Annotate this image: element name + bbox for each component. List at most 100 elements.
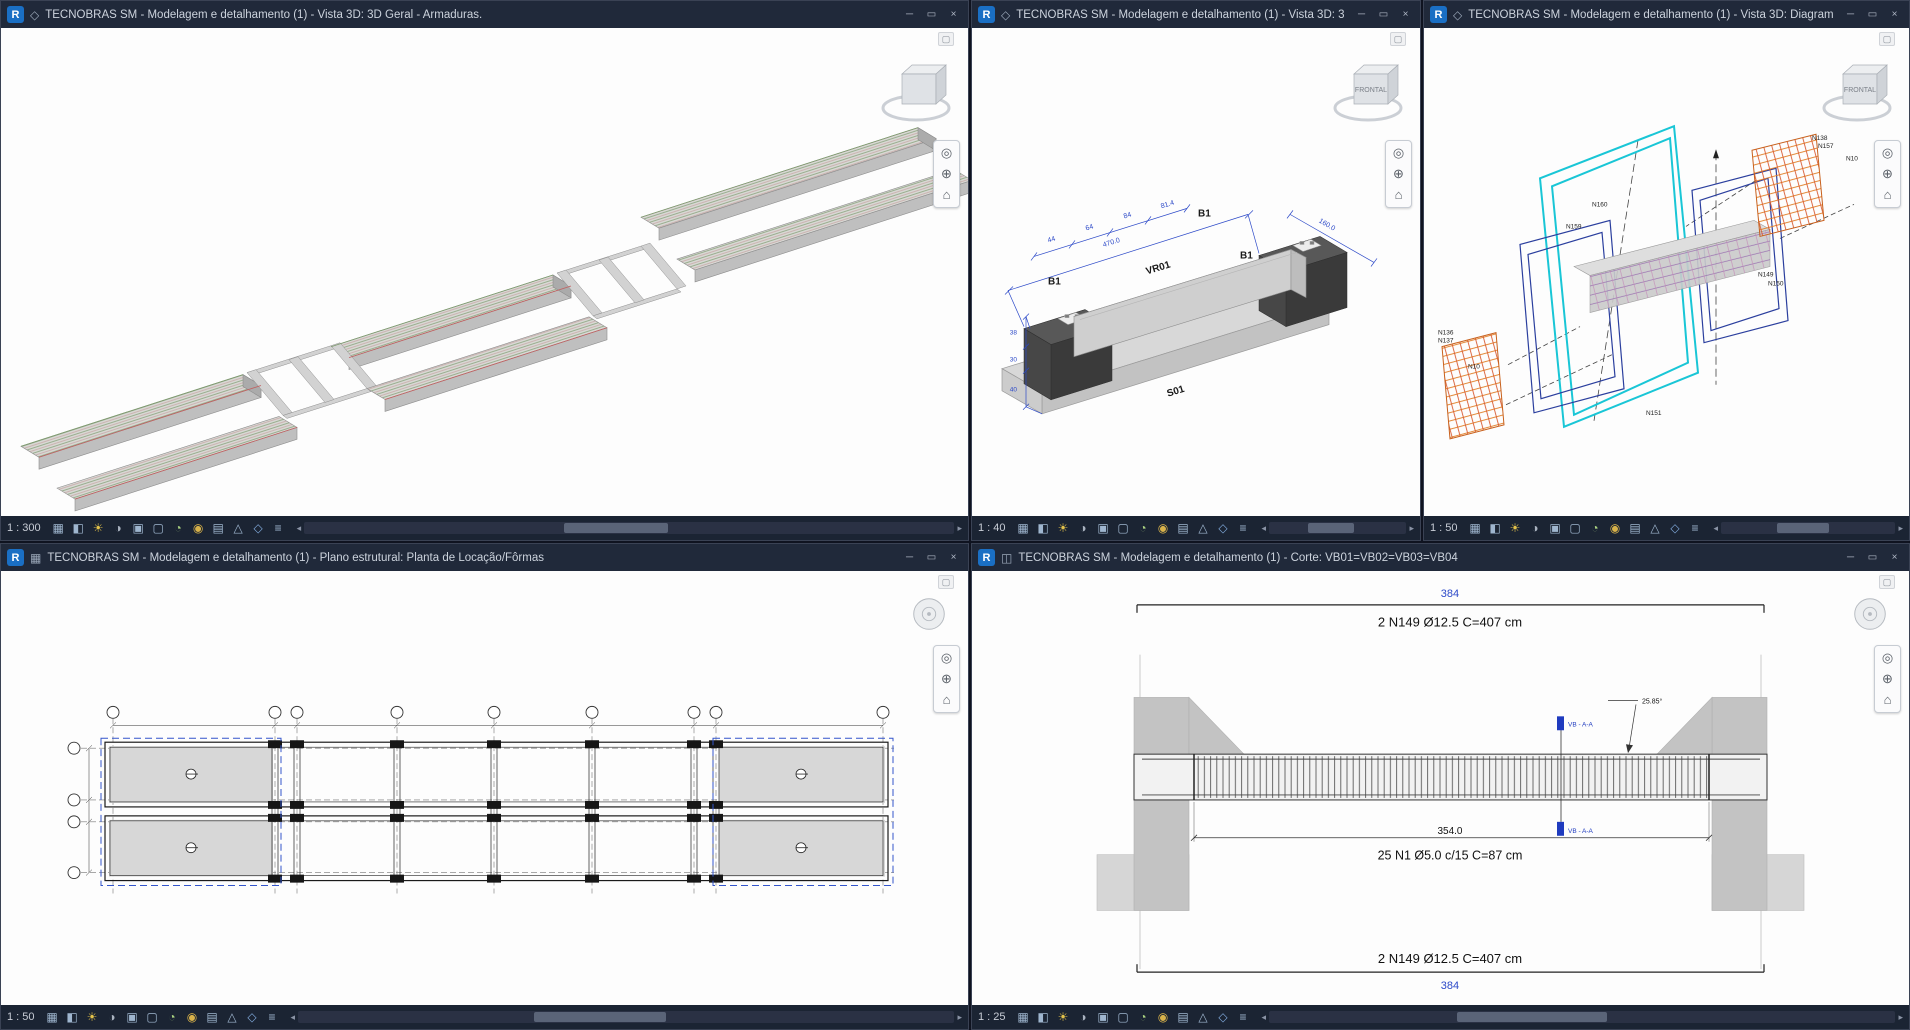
horizontal-scrollbar[interactable]	[304, 522, 954, 534]
scrollbar-thumb[interactable]	[1777, 523, 1829, 533]
detail-level-icon[interactable]: ▦	[49, 519, 68, 537]
close-button[interactable]: ×	[1884, 5, 1905, 24]
horizontal-scrollbar[interactable]	[298, 1011, 954, 1023]
scale-button[interactable]: 1 : 25	[978, 1011, 1006, 1023]
zoom-icon[interactable]: ⊕	[1877, 164, 1899, 184]
navigation-wheel-icon[interactable]: ◎	[936, 648, 958, 668]
reveal-hidden-elements-icon[interactable]: ◉	[189, 519, 208, 537]
scroll-left-button[interactable]: ◂	[1262, 1012, 1267, 1023]
temporary-hide-isolate-icon[interactable]: ◔	[1586, 519, 1605, 537]
shadows-icon[interactable]: ◑	[109, 519, 128, 537]
analytical-model-icon[interactable]: △	[1194, 519, 1213, 537]
analytical-model-icon[interactable]: △	[223, 1008, 242, 1026]
beam-with-mesh[interactable]	[1574, 220, 1770, 312]
navigation-wheel-icon[interactable]: ◎	[1877, 648, 1899, 668]
titlebar[interactable]: R ◇ TECNOBRAS SM - Modelagem e detalhame…	[1, 1, 968, 28]
scale-button[interactable]: 1 : 50	[7, 1011, 35, 1023]
restore-view-button[interactable]: ▢	[1879, 32, 1895, 46]
restore-button[interactable]: ▭	[1373, 5, 1394, 24]
crop-view-icon[interactable]: ▣	[129, 519, 148, 537]
temporary-view-properties-icon[interactable]: ▤	[203, 1008, 222, 1026]
view-canvas-3d-geral[interactable]: ▢ ◎⊕⌂	[1, 28, 968, 516]
scrollbar-thumb[interactable]	[564, 523, 668, 533]
temporary-view-properties-icon[interactable]: ▤	[1174, 1008, 1193, 1026]
constraints-icon[interactable]: ◇	[1214, 1008, 1233, 1026]
analytical-model-icon[interactable]: △	[229, 519, 248, 537]
zoom-icon[interactable]: ⊕	[936, 164, 958, 184]
horizontal-scrollbar[interactable]	[1721, 522, 1895, 534]
detail-level-icon[interactable]: ▦	[1466, 519, 1485, 537]
scroll-left-button[interactable]: ◂	[1262, 523, 1267, 534]
horizontal-scrollbar[interactable]	[1269, 522, 1406, 534]
scroll-left-button[interactable]: ◂	[297, 523, 302, 534]
scroll-right-button[interactable]: ▸	[1898, 1012, 1903, 1023]
restore-view-button[interactable]: ▢	[938, 575, 954, 589]
viewcube-front-face-label[interactable]: FRONTAL	[1844, 87, 1876, 94]
bridge-modules-3d-model[interactable]	[1, 28, 968, 516]
close-button[interactable]: ×	[943, 548, 964, 567]
temporary-view-properties-icon[interactable]: ▤	[209, 519, 228, 537]
scale-button[interactable]: 1 : 50	[1430, 522, 1458, 534]
reveal-hidden-elements-icon[interactable]: ◉	[1154, 1008, 1173, 1026]
navigation-bar[interactable]: ◎⊕⌂	[1874, 140, 1901, 208]
columns[interactable]	[268, 740, 723, 882]
restore-button[interactable]: ▭	[921, 5, 942, 24]
shadows-icon[interactable]: ◑	[1074, 1008, 1093, 1026]
crop-region-visibility-icon[interactable]: ▢	[1114, 519, 1133, 537]
worksharing-display-icon[interactable]: ≡	[269, 519, 288, 537]
titlebar[interactable]: R ▦ TECNOBRAS SM - Modelagem e detalhame…	[1, 544, 968, 571]
shadows-icon[interactable]: ◑	[1526, 519, 1545, 537]
sun-path-icon[interactable]: ☀	[83, 1008, 102, 1026]
crop-region-visibility-icon[interactable]: ▢	[1566, 519, 1585, 537]
viewcube-front-face-label[interactable]: FRONTAL	[1355, 87, 1387, 94]
scroll-right-button[interactable]: ▸	[1898, 523, 1903, 534]
minimize-button[interactable]: ─	[1840, 548, 1861, 567]
constraints-icon[interactable]: ◇	[1666, 519, 1685, 537]
temporary-hide-isolate-icon[interactable]: ◔	[169, 519, 188, 537]
visual-style-icon[interactable]: ◧	[69, 519, 88, 537]
titlebar[interactable]: R ◫ TECNOBRAS SM - Modelagem e detalhame…	[972, 544, 1909, 571]
minimize-button[interactable]: ─	[1840, 5, 1861, 24]
crop-region-visibility-icon[interactable]: ▢	[143, 1008, 162, 1026]
home-icon[interactable]: ⌂	[1877, 690, 1899, 710]
scrollbar-thumb[interactable]	[1308, 523, 1355, 533]
minimize-button[interactable]: ─	[1351, 5, 1372, 24]
viewcube[interactable]: FRONTAL	[1819, 52, 1895, 128]
constraints-icon[interactable]: ◇	[249, 519, 268, 537]
navigation-wheel-icon[interactable]: ◎	[936, 143, 958, 163]
zoom-icon[interactable]: ⊕	[936, 669, 958, 689]
navigation-wheel-icon[interactable]: ◎	[1388, 143, 1410, 163]
visual-style-icon[interactable]: ◧	[1486, 519, 1505, 537]
constraints-icon[interactable]: ◇	[1214, 519, 1233, 537]
reveal-hidden-elements-icon[interactable]: ◉	[183, 1008, 202, 1026]
analytical-model-icon[interactable]: △	[1194, 1008, 1213, 1026]
visual-style-icon[interactable]: ◧	[1034, 519, 1053, 537]
detail-level-icon[interactable]: ▦	[43, 1008, 62, 1026]
beam-section-drawing[interactable]: 384 2 N149 Ø12.5 C=407 cm 354.0 25 N1 Ø5…	[972, 571, 1909, 1005]
restore-view-button[interactable]: ▢	[938, 32, 954, 46]
scrollbar-thumb[interactable]	[1457, 1012, 1607, 1022]
scroll-right-button[interactable]: ▸	[957, 523, 962, 534]
view-canvas-3d-viga[interactable]: 470.0 160.0 44 64 84 81.4 38 30 40 B1 B1…	[972, 28, 1420, 516]
home-icon[interactable]: ⌂	[936, 185, 958, 205]
worksharing-display-icon[interactable]: ≡	[1234, 519, 1253, 537]
navigation-bar[interactable]: ◎⊕⌂	[1874, 645, 1901, 713]
analytical-model-icon[interactable]: △	[1646, 519, 1665, 537]
navigation-bar[interactable]: ◎⊕⌂	[933, 645, 960, 713]
scale-button[interactable]: 1 : 40	[978, 522, 1006, 534]
temporary-hide-isolate-icon[interactable]: ◔	[1134, 519, 1153, 537]
navigation-wheel-disc[interactable]	[908, 593, 950, 635]
sun-path-icon[interactable]: ☀	[1054, 1008, 1073, 1026]
constraints-icon[interactable]: ◇	[243, 1008, 262, 1026]
beam-elevation[interactable]	[1134, 754, 1767, 800]
worksharing-display-icon[interactable]: ≡	[1234, 1008, 1253, 1026]
temporary-view-properties-icon[interactable]: ▤	[1626, 519, 1645, 537]
scroll-right-button[interactable]: ▸	[1409, 523, 1414, 534]
viewcube[interactable]: FRONTAL	[1330, 52, 1406, 128]
crop-view-icon[interactable]: ▣	[1546, 519, 1565, 537]
temporary-hide-isolate-icon[interactable]: ◔	[163, 1008, 182, 1026]
titlebar[interactable]: R ◇ TECNOBRAS SM - Modelagem e detalhame…	[972, 1, 1420, 28]
detail-level-icon[interactable]: ▦	[1014, 519, 1033, 537]
restore-button[interactable]: ▭	[921, 548, 942, 567]
close-button[interactable]: ×	[943, 5, 964, 24]
